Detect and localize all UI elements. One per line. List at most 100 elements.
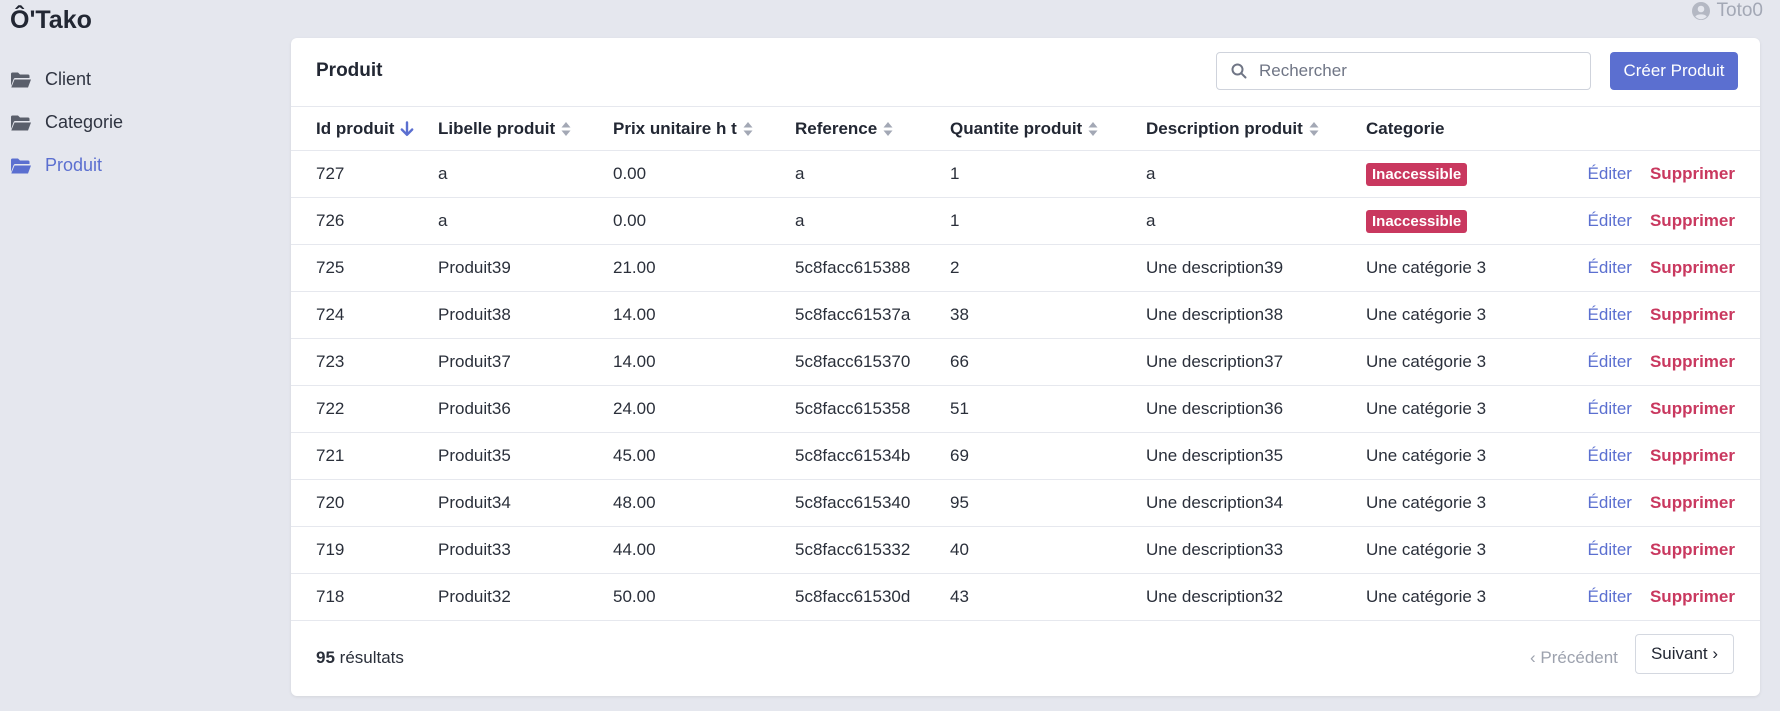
search-box[interactable]	[1216, 52, 1591, 90]
edit-link[interactable]: Éditer	[1588, 493, 1632, 512]
table-row: 720 Produit34 48.00 5c8facc615340 95 Une desc…	[291, 480, 1760, 527]
sort-desc-icon	[400, 121, 414, 137]
cell-prix: 0.00	[613, 211, 647, 230]
categorie-label: Une catégorie 3	[1366, 305, 1487, 324]
cell-categorie: Une catégorie 3	[1366, 339, 1546, 386]
sidebar-item-categorie[interactable]: Categorie	[10, 101, 123, 144]
cell-categorie: Une catégorie 3	[1366, 292, 1546, 339]
delete-link[interactable]: Supprimer	[1650, 305, 1735, 324]
app-title: Ô'Tako	[10, 6, 92, 34]
categorie-label: Une catégorie 3	[1366, 399, 1487, 418]
cell-description: a	[1146, 211, 1156, 230]
sidebar-item-produit[interactable]: Produit	[10, 144, 123, 187]
cell-reference: 5c8facc615340	[795, 493, 911, 512]
edit-link[interactable]: Éditer	[1588, 305, 1632, 324]
cell-prix: 44.00	[613, 540, 656, 559]
cell-categorie: Une catégorie 3	[1366, 574, 1546, 621]
cell-reference: 5c8facc615388	[795, 258, 911, 277]
cell-reference: 5c8facc615370	[795, 352, 911, 371]
delete-link[interactable]: Supprimer	[1650, 164, 1735, 183]
categorie-label: Une catégorie 3	[1366, 446, 1487, 465]
user-menu[interactable]: Toto0	[1691, 0, 1763, 22]
status-badge: Inaccessible	[1366, 162, 1468, 186]
sidebar: Client Categorie Produit	[10, 58, 123, 187]
edit-link[interactable]: Éditer	[1588, 540, 1632, 559]
delete-link[interactable]: Supprimer	[1650, 540, 1735, 559]
cell-quantite: 69	[950, 446, 969, 465]
sort-icon	[1309, 122, 1319, 137]
cell-quantite: 43	[950, 587, 969, 606]
next-page-label: Suivant	[1650, 644, 1708, 663]
delete-link[interactable]: Supprimer	[1650, 493, 1735, 512]
row-actions: Éditer Supprimer	[1546, 480, 1760, 527]
cell-prix: 14.00	[613, 352, 656, 371]
column-header-libelle[interactable]: Libelle produit	[438, 107, 613, 151]
row-actions: Éditer Supprimer	[1546, 574, 1760, 621]
cell-id: 722	[316, 399, 345, 418]
edit-link[interactable]: Éditer	[1588, 258, 1632, 277]
user-avatar-icon	[1691, 2, 1710, 20]
result-count-label: résultats	[339, 648, 404, 667]
column-header-label: Description produit	[1146, 118, 1303, 138]
column-header-prix[interactable]: Prix unitaire h t	[613, 107, 795, 151]
product-panel: Produit Créer Produit Id produit Libelle…	[291, 38, 1760, 696]
cell-reference: 5c8facc61537a	[795, 305, 911, 324]
cell-prix: 0.00	[613, 164, 647, 183]
cell-id: 718	[316, 587, 345, 606]
cell-reference: 5c8facc615358	[795, 399, 911, 418]
cell-id: 721	[316, 446, 345, 465]
column-header-categorie: Categorie	[1366, 107, 1546, 151]
edit-link[interactable]: Éditer	[1588, 587, 1632, 606]
cell-reference: 5c8facc61530d	[795, 587, 911, 606]
row-actions: Éditer Supprimer	[1546, 151, 1760, 198]
next-page-button[interactable]: Suivant ›	[1635, 634, 1734, 674]
delete-link[interactable]: Supprimer	[1650, 446, 1735, 465]
cell-libelle: Produit33	[438, 540, 511, 559]
column-header-label: Id produit	[316, 118, 395, 138]
cell-libelle: Produit34	[438, 493, 511, 512]
column-header-label: Categorie	[1366, 118, 1445, 138]
cell-quantite: 40	[950, 540, 969, 559]
create-product-button[interactable]: Créer Produit	[1610, 52, 1738, 90]
table-row: 721 Produit35 45.00 5c8facc61534b 69 Une desc…	[291, 433, 1760, 480]
sidebar-item-client[interactable]: Client	[10, 58, 123, 101]
categorie-label: Une catégorie 3	[1366, 587, 1487, 606]
row-actions: Éditer Supprimer	[1546, 292, 1760, 339]
search-input[interactable]	[1257, 60, 1590, 82]
delete-link[interactable]: Supprimer	[1650, 399, 1735, 418]
cell-categorie: Une catégorie 3	[1366, 245, 1546, 292]
sort-icon	[883, 122, 893, 137]
user-name: Toto0	[1716, 0, 1763, 21]
cell-description: Une description39	[1146, 258, 1284, 277]
edit-link[interactable]: Éditer	[1588, 446, 1632, 465]
column-header-quantite[interactable]: Quantite produit	[950, 107, 1146, 151]
edit-link[interactable]: Éditer	[1588, 211, 1632, 230]
table-row: 722 Produit36 24.00 5c8facc615358 51 Une desc…	[291, 386, 1760, 433]
cell-quantite: 95	[950, 493, 969, 512]
table-body: 727 a 0.00 a 1 a Inaccessible Éditer Supprimer 72…	[291, 151, 1760, 621]
table-row: 727 a 0.00 a 1 a Inaccessible Éditer Supprimer	[291, 151, 1760, 198]
column-header-reference[interactable]: Reference	[795, 107, 950, 151]
column-header-description[interactable]: Description produit	[1146, 107, 1366, 151]
delete-link[interactable]: Supprimer	[1650, 352, 1735, 371]
cell-categorie: Une catégorie 3	[1366, 386, 1546, 433]
edit-link[interactable]: Éditer	[1588, 164, 1632, 183]
cell-quantite: 66	[950, 352, 969, 371]
cell-prix: 50.00	[613, 587, 656, 606]
sidebar-item-label: Client	[45, 69, 92, 89]
edit-link[interactable]: Éditer	[1588, 399, 1632, 418]
cell-prix: 14.00	[613, 305, 656, 324]
cell-id: 724	[316, 305, 345, 324]
row-actions: Éditer Supprimer	[1546, 245, 1760, 292]
delete-link[interactable]: Supprimer	[1650, 211, 1735, 230]
previous-page-button[interactable]: ‹ Précédent	[1530, 648, 1618, 668]
sidebar-item-label: Categorie	[45, 112, 124, 132]
categorie-label: Une catégorie 3	[1366, 493, 1487, 512]
edit-link[interactable]: Éditer	[1588, 352, 1632, 371]
column-header-id[interactable]: Id produit	[291, 107, 438, 151]
sort-icon	[1088, 122, 1098, 137]
sort-icon	[743, 122, 753, 137]
cell-id: 726	[316, 211, 345, 230]
delete-link[interactable]: Supprimer	[1650, 587, 1735, 606]
delete-link[interactable]: Supprimer	[1650, 258, 1735, 277]
